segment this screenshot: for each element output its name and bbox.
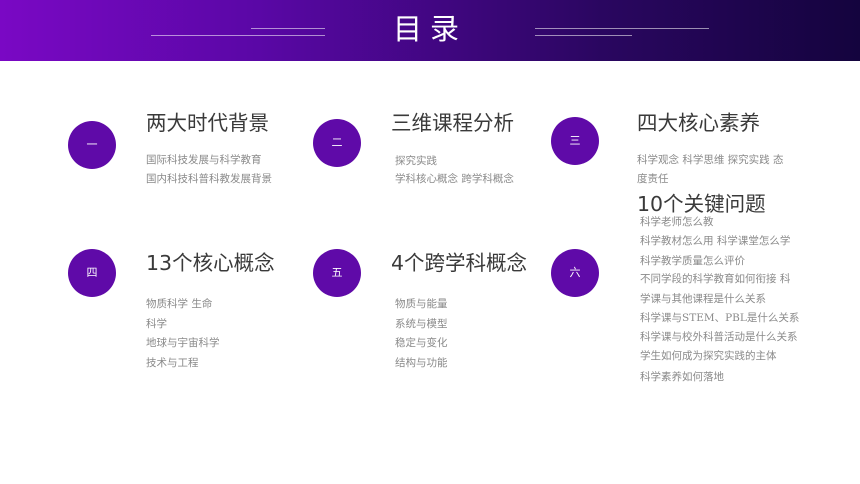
section-item: 结构与功能: [395, 357, 448, 369]
section-number-badge: 三: [551, 117, 599, 165]
section-item: 学生如何成为探究实践的主体: [640, 350, 777, 362]
section-title[interactable]: 四大核心素养: [637, 106, 760, 136]
section-title[interactable]: 4个跨学科概念: [391, 246, 527, 276]
section-number-badge: 六: [551, 249, 599, 297]
section-item: 学课与其他课程是什么关系: [640, 293, 766, 305]
section-item: 技术与工程: [146, 357, 199, 369]
section-item: 物质与能量: [395, 298, 448, 310]
section-number-badge: 五: [313, 249, 361, 297]
section-item: 科学课与校外科普活动是什么关系: [640, 331, 798, 343]
section-number-badge: 二: [313, 119, 361, 167]
section-item: 度责任: [637, 173, 669, 185]
decor-line: [535, 28, 709, 29]
section-item: 科学教学质量怎么评价: [640, 255, 745, 267]
section-item: 科学观念 科学思维 探究实践 态: [637, 154, 784, 166]
section-number-badge: 四: [68, 249, 116, 297]
section-item: 地球与宇宙科学: [146, 337, 220, 349]
section-title[interactable]: 13个核心概念: [146, 246, 275, 276]
decor-line: [535, 35, 632, 36]
section-title[interactable]: 三维课程分析: [391, 106, 514, 136]
section-item: 不同学段的科学教育如何衔接 科: [640, 273, 791, 285]
section-item: 系统与模型: [395, 318, 448, 330]
header-banner: 目录: [0, 0, 860, 61]
section-title[interactable]: 两大时代背景: [146, 106, 269, 136]
section-item: 科学: [146, 318, 167, 330]
section-item: 科学素养如何落地: [640, 371, 724, 383]
section-item: 探究实践: [395, 155, 437, 167]
section-item: 国内科技科普科教发展背景: [146, 173, 272, 185]
section-item: 国际科技发展与科学教育: [146, 154, 262, 166]
section-item: 科学教材怎么用 科学课堂怎么学: [640, 235, 791, 247]
page-title: 目录: [392, 12, 467, 46]
section-item: 稳定与变化: [395, 337, 448, 349]
section-title[interactable]: 10个关键问题: [637, 187, 766, 217]
section-item: 物质科学 生命: [146, 298, 213, 310]
section-item: 学科核心概念 跨学科概念: [395, 173, 514, 185]
section-number-badge: 一: [68, 121, 116, 169]
section-item: 科学老师怎么教: [640, 216, 714, 228]
section-item: 科学课与STEM、PBL是什么关系: [640, 312, 800, 324]
